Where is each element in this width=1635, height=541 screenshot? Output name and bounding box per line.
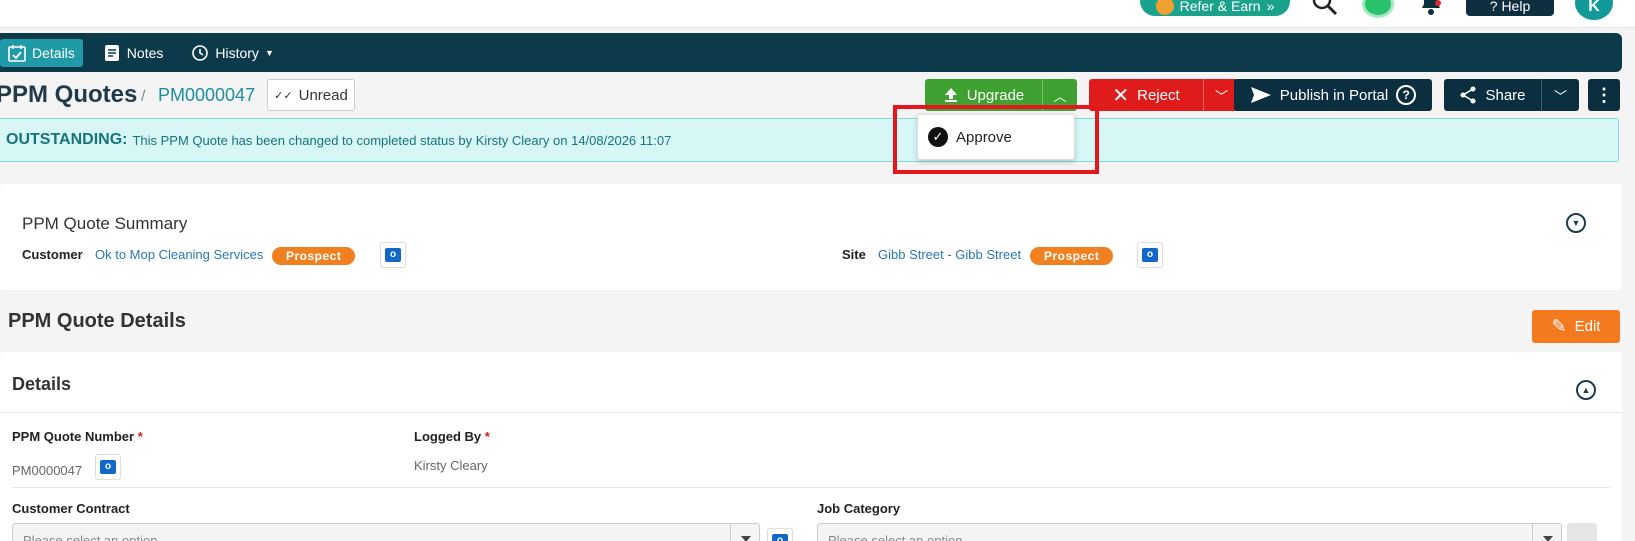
tab-details-label: Details	[32, 44, 75, 61]
required-marker: *	[484, 429, 490, 444]
top-bar: Refer & Earn » ? Help K	[0, 0, 1635, 28]
share-icon	[1460, 86, 1476, 104]
close-icon: ✕	[1112, 84, 1130, 107]
double-check-icon: ✓✓	[274, 89, 293, 102]
collapse-toggle-icon[interactable]: ▲	[1576, 380, 1596, 400]
divider	[12, 487, 1610, 488]
refer-earn-button[interactable]: Refer & Earn »	[1140, 0, 1290, 16]
chat-icon[interactable]	[1362, 0, 1394, 18]
site-link[interactable]: Gibb Street - Gibb Street	[878, 247, 1021, 262]
required-marker: *	[137, 429, 143, 444]
double-chevron-icon: »	[1266, 0, 1275, 14]
refer-icon	[1155, 0, 1174, 15]
caret-down-icon	[1543, 536, 1553, 541]
share-button[interactable]: Share	[1444, 79, 1541, 111]
refer-label: Refer & Earn	[1179, 0, 1261, 14]
alert-message: This PPM Quote has been changed to compl…	[132, 132, 672, 148]
job-category-select[interactable]: Please select an option	[817, 523, 1562, 541]
customer-status-badge: Prospect	[272, 247, 356, 265]
tab-details[interactable]: Details	[0, 38, 83, 67]
history-icon	[192, 44, 209, 61]
status-alert: OUTSTANDING: This PPM Quote has been cha…	[0, 118, 1619, 162]
job-category-label: Job Category	[817, 501, 901, 516]
pencil-icon: ✎	[1551, 316, 1567, 336]
site-status-badge: Prospect	[1030, 247, 1114, 265]
document-icon	[104, 44, 119, 61]
collapse-toggle-icon[interactable]: ▼	[1566, 213, 1586, 233]
tab-bar: Details Notes History ▼	[0, 33, 1622, 72]
outlook-icon: o	[1142, 248, 1158, 262]
logged-by-label: Logged By *	[414, 429, 490, 444]
edit-label: Edit	[1574, 318, 1601, 335]
chevron-down-icon: ﹀	[1214, 88, 1228, 104]
quote-number-link[interactable]: PM0000047	[158, 85, 255, 106]
section-title: PPM Quote Details	[8, 310, 186, 332]
tab-history-label: History	[215, 44, 259, 61]
bell-icon[interactable]	[1418, 0, 1444, 16]
kebab-menu-icon: ⋮	[1595, 84, 1613, 105]
unread-label: Unread	[298, 86, 348, 104]
summary-title: PPM Quote Summary	[22, 214, 188, 233]
more-options-button[interactable]: ⋮	[1588, 79, 1620, 111]
customer-link[interactable]: Ok to Mop Cleaning Services	[95, 247, 263, 262]
tab-notes[interactable]: Notes	[95, 39, 172, 67]
chevron-up-icon: ︿	[1053, 88, 1067, 104]
chevron-down-icon: ▼	[264, 47, 274, 58]
outlook-icon: o	[772, 534, 788, 541]
help-button[interactable]: ? Help	[1466, 0, 1554, 16]
breadcrumb-separator: /	[141, 88, 146, 105]
unread-button[interactable]: ✓✓ Unread	[267, 79, 355, 111]
site-label: Site	[842, 247, 866, 262]
add-job-category-button[interactable]	[1567, 523, 1597, 541]
share-label: Share	[1485, 86, 1526, 104]
logged-by-label-text: Logged By	[414, 429, 482, 444]
help-label: Help	[1501, 0, 1531, 14]
tab-history[interactable]: History ▼	[183, 39, 281, 67]
highlight-annotation	[893, 105, 1099, 174]
question-circle-icon[interactable]: ?	[1396, 85, 1417, 105]
send-icon	[1250, 87, 1271, 103]
quote-summary-card: PPM Quote Summary Customer Ok to Mop Cle…	[0, 184, 1622, 290]
chevron-down-icon: ﹀	[1553, 88, 1567, 104]
user-avatar[interactable]: K	[1575, 0, 1613, 20]
quote-number-label-text: PPM Quote Number	[12, 429, 135, 444]
divider	[0, 412, 1622, 413]
search-icon[interactable]	[1312, 0, 1338, 16]
details-card: Details ▲ PPM Quote Number * PM0000047 o…	[0, 352, 1622, 541]
outlook-button[interactable]: o	[95, 454, 121, 480]
customer-contract-placeholder: Please select an option	[23, 533, 158, 541]
reject-button[interactable]: ✕ Reject	[1089, 79, 1203, 111]
quote-number-label: PPM Quote Number *	[12, 429, 143, 444]
customer-contract-label: Customer Contract	[12, 501, 130, 516]
details-card-title: Details	[12, 374, 72, 394]
outlook-button[interactable]: o	[380, 242, 406, 268]
customer-label: Customer	[22, 247, 83, 262]
outlook-button[interactable]: o	[767, 528, 793, 541]
outlook-icon: o	[385, 248, 401, 262]
outlook-button[interactable]: o	[1137, 242, 1163, 268]
select-separator	[730, 524, 731, 541]
upload-icon	[944, 88, 957, 102]
job-category-placeholder: Please select an option	[828, 533, 963, 541]
calendar-check-icon	[8, 44, 26, 62]
alert-status: OUTSTANDING:	[6, 131, 128, 148]
upgrade-label: Upgrade	[966, 86, 1025, 104]
reject-label: Reject	[1137, 86, 1180, 104]
publish-in-portal-button[interactable]: Publish in Portal ?	[1234, 79, 1432, 111]
outlook-icon: o	[100, 460, 116, 474]
select-separator	[1532, 524, 1533, 541]
page-title: PPM Quotes	[0, 81, 138, 108]
customer-contract-select[interactable]: Please select an option	[12, 523, 760, 541]
publish-label: Publish in Portal	[1279, 86, 1389, 104]
tab-notes-label: Notes	[126, 44, 164, 61]
logged-by-value: Kirsty Cleary	[414, 458, 488, 473]
caret-down-icon	[741, 536, 751, 541]
edit-button[interactable]: ✎ Edit	[1532, 310, 1620, 343]
share-dropdown-toggle[interactable]: ﹀	[1541, 79, 1579, 111]
quote-number-value: PM0000047	[12, 463, 83, 478]
